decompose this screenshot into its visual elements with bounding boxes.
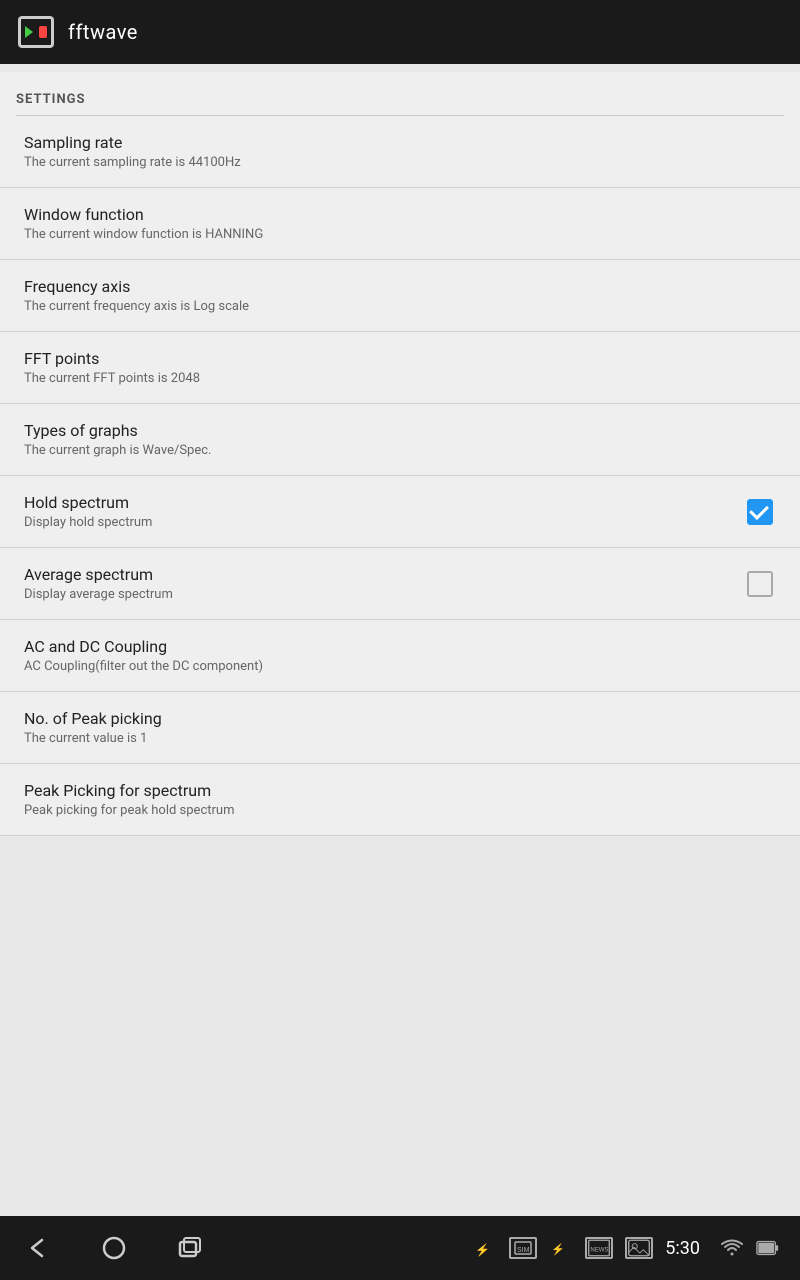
setting-title-hold-spectrum: Hold spectrum	[24, 493, 744, 512]
usb-storage-icon: ⚡	[549, 1238, 573, 1258]
setting-text-peak-picking-spectrum: Peak Picking for spectrum Peak picking fo…	[24, 781, 776, 818]
app-title: fftwave	[68, 20, 138, 44]
setting-subtitle-frequency-axis: The current frequency axis is Log scale	[24, 299, 776, 314]
recents-button[interactable]	[172, 1230, 208, 1266]
svg-text:⚡: ⚡	[551, 1243, 565, 1256]
setting-item-fft-points[interactable]: FFT points The current FFT points is 2048	[0, 332, 800, 404]
setting-title-frequency-axis: Frequency axis	[24, 277, 776, 296]
setting-text-types-of-graphs: Types of graphs The current graph is Wave…	[24, 421, 776, 458]
setting-subtitle-peak-picking-spectrum: Peak picking for peak hold spectrum	[24, 803, 776, 818]
settings-container: SETTINGS Sampling rate The current sampli…	[0, 72, 800, 836]
setting-item-window-function[interactable]: Window function The current window functi…	[0, 188, 800, 260]
back-button[interactable]	[20, 1230, 56, 1266]
settings-list: Sampling rate The current sampling rate i…	[0, 116, 800, 836]
setting-text-fft-points: FFT points The current FFT points is 2048	[24, 349, 776, 386]
home-button[interactable]	[96, 1230, 132, 1266]
setting-subtitle-ac-dc-coupling: AC Coupling(filter out the DC component)	[24, 659, 776, 674]
sim-icon: SIM	[509, 1237, 537, 1259]
nav-right: ⚡ SIM ⚡ NEWS	[473, 1237, 780, 1259]
settings-header: SETTINGS	[0, 72, 800, 115]
setting-title-peak-picking-spectrum: Peak Picking for spectrum	[24, 781, 776, 800]
setting-subtitle-fft-points: The current FFT points is 2048	[24, 371, 776, 386]
setting-item-frequency-axis[interactable]: Frequency axis The current frequency axis…	[0, 260, 800, 332]
checkbox-hold-spectrum[interactable]	[744, 496, 776, 528]
svg-text:NEWS: NEWS	[591, 1247, 609, 1253]
nav-bar: ⚡ SIM ⚡ NEWS	[0, 1216, 800, 1280]
app-icon	[16, 12, 56, 52]
setting-subtitle-sampling-rate: The current sampling rate is 44100Hz	[24, 155, 776, 170]
setting-text-sampling-rate: Sampling rate The current sampling rate i…	[24, 133, 776, 170]
setting-item-peak-picking-spectrum[interactable]: Peak Picking for spectrum Peak picking fo…	[0, 764, 800, 836]
photo-icon	[625, 1237, 653, 1259]
setting-subtitle-hold-spectrum: Display hold spectrum	[24, 515, 744, 530]
news-icon: NEWS	[585, 1237, 613, 1259]
setting-text-ac-dc-coupling: AC and DC Coupling AC Coupling(filter out…	[24, 637, 776, 674]
setting-text-frequency-axis: Frequency axis The current frequency axis…	[24, 277, 776, 314]
setting-subtitle-window-function: The current window function is HANNING	[24, 227, 776, 242]
setting-text-window-function: Window function The current window functi…	[24, 205, 776, 242]
app-bar: fftwave	[0, 0, 800, 64]
setting-text-hold-spectrum: Hold spectrum Display hold spectrum	[24, 493, 744, 530]
setting-title-peak-picking-no: No. of Peak picking	[24, 709, 776, 728]
svg-text:SIM: SIM	[517, 1247, 530, 1254]
setting-subtitle-average-spectrum: Display average spectrum	[24, 587, 744, 602]
setting-title-window-function: Window function	[24, 205, 776, 224]
svg-text:⚡: ⚡	[475, 1243, 490, 1257]
setting-item-peak-picking-no[interactable]: No. of Peak picking The current value is …	[0, 692, 800, 764]
checkbox-average-spectrum[interactable]	[744, 568, 776, 600]
setting-title-fft-points: FFT points	[24, 349, 776, 368]
nav-time: 5:30	[665, 1238, 700, 1259]
nav-left	[20, 1230, 208, 1266]
settings-label: SETTINGS	[16, 92, 86, 107]
setting-text-average-spectrum: Average spectrum Display average spectrum	[24, 565, 744, 602]
wifi-icon	[720, 1238, 744, 1258]
setting-item-types-of-graphs[interactable]: Types of graphs The current graph is Wave…	[0, 404, 800, 476]
setting-title-sampling-rate: Sampling rate	[24, 133, 776, 152]
setting-subtitle-types-of-graphs: The current graph is Wave/Spec.	[24, 443, 776, 458]
setting-title-ac-dc-coupling: AC and DC Coupling	[24, 637, 776, 656]
setting-title-types-of-graphs: Types of graphs	[24, 421, 776, 440]
usb-icon: ⚡	[473, 1238, 497, 1258]
setting-subtitle-peak-picking-no: The current value is 1	[24, 731, 776, 746]
setting-item-sampling-rate[interactable]: Sampling rate The current sampling rate i…	[0, 116, 800, 188]
setting-text-peak-picking-no: No. of Peak picking The current value is …	[24, 709, 776, 746]
setting-title-average-spectrum: Average spectrum	[24, 565, 744, 584]
setting-item-ac-dc-coupling[interactable]: AC and DC Coupling AC Coupling(filter out…	[0, 620, 800, 692]
setting-item-hold-spectrum[interactable]: Hold spectrum Display hold spectrum	[0, 476, 800, 548]
setting-item-average-spectrum[interactable]: Average spectrum Display average spectrum	[0, 548, 800, 620]
content: SETTINGS Sampling rate The current sampli…	[0, 64, 800, 1216]
battery-icon	[756, 1238, 780, 1258]
